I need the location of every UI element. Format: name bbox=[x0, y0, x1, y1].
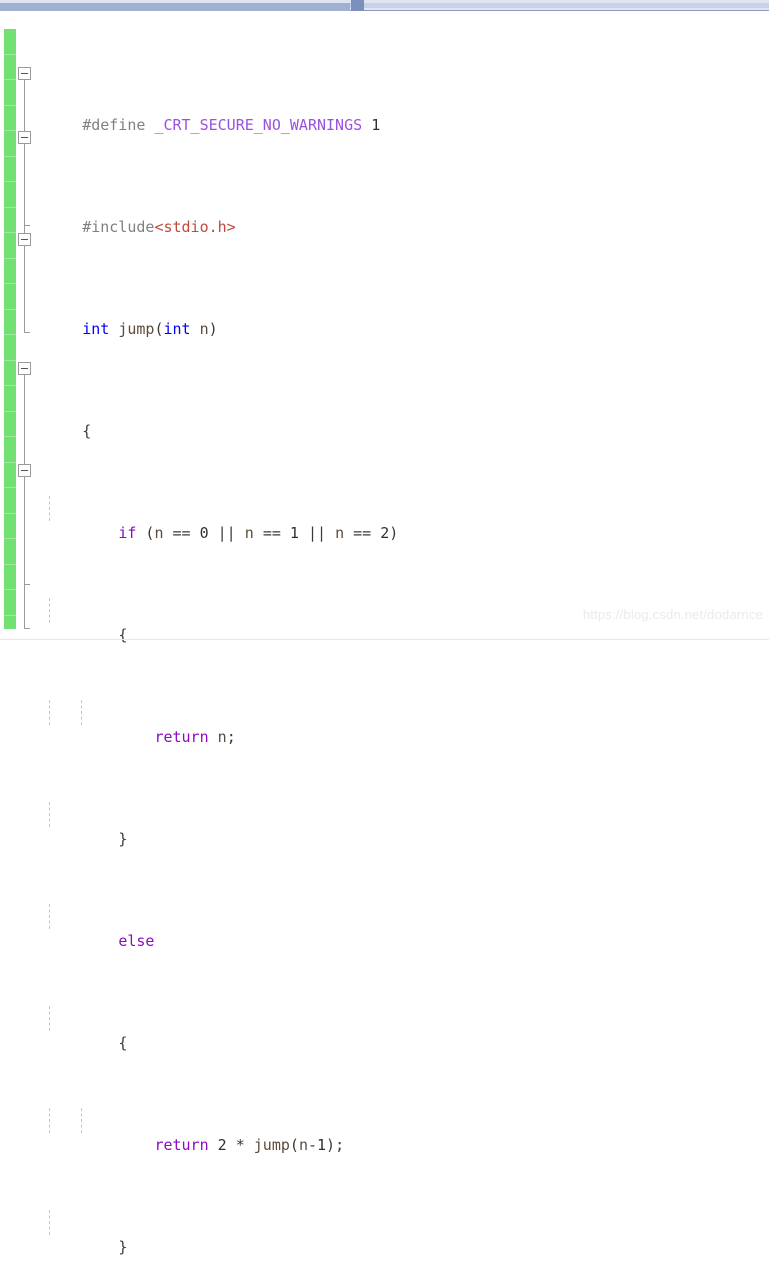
indent-guide bbox=[49, 1107, 50, 1133]
token-lparen: ( bbox=[289, 1136, 299, 1154]
change-margin-segment bbox=[4, 437, 16, 463]
change-margin-segment bbox=[4, 55, 16, 80]
site-watermark: https://blog.csdn.net/dodarnce bbox=[582, 607, 763, 622]
change-margin-segment bbox=[4, 335, 16, 361]
token-num-2: 2 bbox=[217, 1136, 227, 1154]
token-include-header: <stdio.h> bbox=[154, 218, 236, 236]
fold-region-line-jump bbox=[24, 80, 25, 320]
scrollbar-track[interactable] bbox=[0, 3, 769, 12]
token-open-brace: { bbox=[82, 422, 92, 440]
change-margin-segment bbox=[4, 310, 16, 335]
fold-region-line-main-tail bbox=[24, 615, 25, 628]
indent-guide bbox=[49, 903, 50, 929]
token-type-int: int bbox=[163, 320, 191, 338]
token-kw-return: return bbox=[154, 728, 209, 746]
token-semicolon: ; bbox=[335, 1136, 345, 1154]
token-op-eqeq: == bbox=[262, 524, 281, 542]
change-margin-segment bbox=[4, 284, 16, 310]
change-margin-bar bbox=[4, 29, 16, 629]
token-macro-value: 1 bbox=[371, 116, 381, 134]
token-num-1: 1 bbox=[289, 524, 299, 542]
token-num-0: 0 bbox=[199, 524, 209, 542]
code-line[interactable]: } bbox=[28, 801, 769, 848]
token-op-eqeq: == bbox=[172, 524, 191, 542]
indent-guide bbox=[49, 1209, 50, 1235]
code-line[interactable]: if (n == 0 || n == 1 || n == 2) bbox=[28, 495, 769, 542]
code-line[interactable]: return n; bbox=[28, 699, 769, 746]
token-rparen: ) bbox=[208, 320, 218, 338]
token-op-mul: * bbox=[235, 1136, 245, 1154]
indent-guide bbox=[49, 699, 50, 725]
change-margin-segment bbox=[4, 106, 16, 131]
indent-guide bbox=[49, 495, 50, 521]
token-type-int: int bbox=[82, 320, 110, 338]
indent-guide bbox=[49, 597, 50, 623]
token-op-eqeq: == bbox=[353, 524, 372, 542]
token-num-2: 2 bbox=[380, 524, 390, 542]
scrollbar-position-marker[interactable] bbox=[351, 0, 364, 11]
code-line[interactable]: else bbox=[28, 903, 769, 950]
fold-region-line-jump-tail bbox=[24, 320, 25, 333]
token-op-or: || bbox=[217, 524, 236, 542]
change-margin-segment bbox=[4, 233, 16, 259]
change-margin-segment bbox=[4, 29, 16, 55]
change-margin-segment bbox=[4, 386, 16, 412]
token-macro-name: _CRT_SECURE_NO_WARNINGS bbox=[154, 116, 363, 134]
token-close-brace: } bbox=[118, 830, 128, 848]
token-include-directive: #include bbox=[82, 218, 155, 236]
change-margin-segment bbox=[4, 412, 16, 437]
token-open-brace: { bbox=[118, 1034, 128, 1052]
code-line[interactable]: #include<stdio.h> bbox=[28, 190, 769, 236]
change-margin-segment bbox=[4, 182, 16, 208]
token-kw-else: else bbox=[118, 932, 155, 950]
token-var-n: n bbox=[244, 524, 254, 542]
token-var-n: n bbox=[199, 320, 209, 338]
change-margin-segment bbox=[4, 565, 16, 590]
change-margin-segment bbox=[4, 488, 16, 514]
code-text-area[interactable]: #define _CRT_SECURE_NO_WARNINGS 1 #inclu… bbox=[28, 11, 769, 1280]
token-rparen: ) bbox=[389, 524, 399, 542]
change-margin-segment bbox=[4, 463, 16, 488]
indent-guide bbox=[81, 699, 82, 725]
code-line[interactable]: { bbox=[28, 394, 769, 440]
change-margin-segment bbox=[4, 259, 16, 284]
code-line[interactable]: #define _CRT_SECURE_NO_WARNINGS 1 bbox=[28, 88, 769, 134]
change-margin-segment bbox=[4, 80, 16, 106]
token-num-1: 1 bbox=[317, 1136, 327, 1154]
indent-guide bbox=[49, 1005, 50, 1031]
change-margin-segment bbox=[4, 157, 16, 182]
token-rparen: ) bbox=[326, 1136, 336, 1154]
change-margin-segment bbox=[4, 131, 16, 157]
code-line[interactable]: return 2 * jump(n-1); bbox=[28, 1107, 769, 1154]
token-fn-jump: jump bbox=[118, 320, 155, 338]
code-line[interactable]: } bbox=[28, 1209, 769, 1256]
token-var-n: n bbox=[217, 728, 227, 746]
code-line[interactable]: int jump(int n) bbox=[28, 292, 769, 338]
token-kw-if: if bbox=[118, 524, 137, 542]
token-fn-jump: jump bbox=[253, 1136, 290, 1154]
token-semicolon: ; bbox=[226, 728, 236, 746]
token-kw-return: return bbox=[154, 1136, 209, 1154]
token-define-directive: #define bbox=[82, 116, 146, 134]
change-margin-segment bbox=[4, 208, 16, 233]
horizontal-scrollbar[interactable] bbox=[0, 0, 769, 12]
token-var-n: n bbox=[335, 524, 345, 542]
indent-guide bbox=[49, 801, 50, 827]
token-close-brace: } bbox=[118, 1238, 128, 1256]
change-margin-segment bbox=[4, 514, 16, 539]
code-editor-surface[interactable]: #define _CRT_SECURE_NO_WARNINGS 1 #inclu… bbox=[0, 11, 769, 1256]
change-margin-segment bbox=[4, 539, 16, 565]
change-margin-segment bbox=[4, 590, 16, 616]
code-line[interactable]: { bbox=[28, 1005, 769, 1052]
indent-guide bbox=[81, 1107, 82, 1133]
token-var-n: n bbox=[298, 1136, 308, 1154]
token-op-or: || bbox=[307, 524, 327, 542]
token-op-minus: - bbox=[307, 1136, 317, 1154]
fold-region-line-main bbox=[24, 375, 25, 615]
change-margin-segment bbox=[4, 361, 16, 386]
token-open-brace: { bbox=[118, 626, 128, 644]
